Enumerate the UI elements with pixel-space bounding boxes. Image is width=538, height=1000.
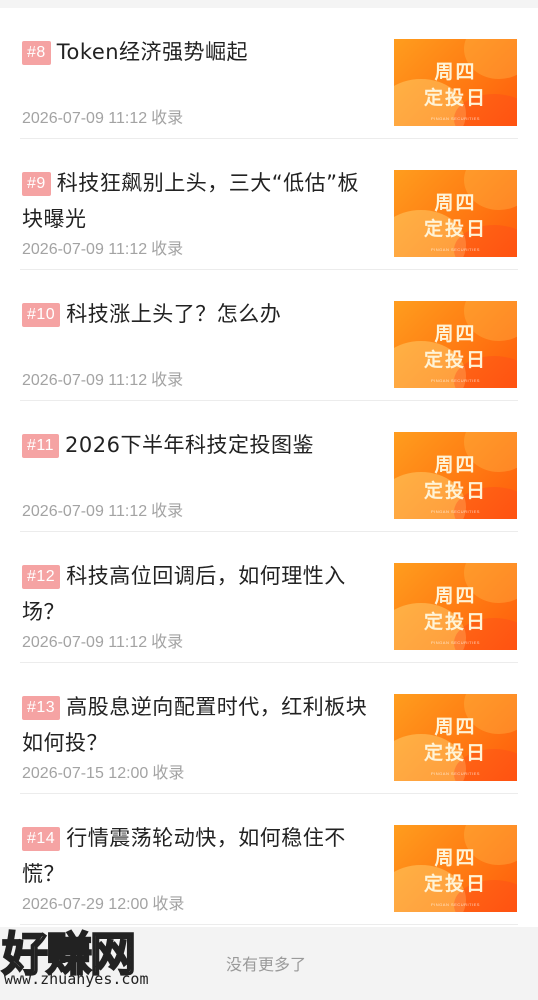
article-thumbnail[interactable]: 周四定投日 PINGAN SECURITIES (394, 301, 517, 388)
thumbnail-brand: PINGAN SECURITIES (431, 771, 480, 776)
article-date: 2026-07-09 11:12 (22, 110, 148, 127)
article-title-text: 科技涨上头了？怎么办 (66, 302, 282, 326)
article-thumbnail[interactable]: 周四定投日 PINGAN SECURITIES (394, 170, 517, 257)
article-title[interactable]: #10 科技涨上头了？怎么办 (22, 296, 374, 332)
article-item[interactable]: #14 行情震荡轮动快，如何稳住不慌？ 2026-07-29 12:00 收录 周四… (20, 794, 518, 925)
article-thumbnail[interactable]: 周四定投日 PINGAN SECURITIES (394, 39, 517, 126)
article-thumbnail[interactable]: 周四定投日 PINGAN SECURITIES (394, 694, 517, 781)
article-thumbnail[interactable]: 周四定投日 PINGAN SECURITIES (394, 825, 517, 912)
thumbnail-brand: PINGAN SECURITIES (431, 116, 480, 121)
thumbnail-line1: 周四 (434, 192, 477, 214)
collect-label: 收录 (152, 765, 185, 782)
article-date: 2026-07-09 11:12 (22, 372, 148, 389)
rank-badge: #11 (22, 434, 60, 458)
article-date: 2026-07-09 11:12 (22, 503, 148, 520)
article-item[interactable]: #11 2026下半年科技定投图鉴 2026-07-09 11:12 收录 周四定投… (20, 401, 518, 532)
thumbnail-line2: 定投日 (423, 873, 487, 895)
article-title-text: Token经济强势崛起 (56, 40, 249, 64)
article-meta: 2026-07-29 12:00 收录 (22, 890, 184, 914)
rank-badge: #8 (22, 41, 51, 65)
thumbnail-brand: PINGAN SECURITIES (431, 378, 480, 383)
article-title-text: 科技高位回调后，如何理性入场？ (22, 564, 346, 624)
rank-badge: #12 (22, 565, 61, 589)
article-item[interactable]: #13 高股息逆向配置时代，红利板块如何投？ 2026-07-15 12:00 收录… (20, 663, 518, 794)
article-title-text: 行情震荡轮动快，如何稳住不慌？ (22, 826, 346, 886)
thumbnail-brand: PINGAN SECURITIES (431, 509, 480, 514)
article-item[interactable]: #9 科技狂飙别上头，三大“低估”板块曝光 2026-07-09 11:12 收录 … (20, 139, 518, 270)
article-meta: 2026-07-09 11:12 收录 (22, 497, 183, 521)
no-more-text: 没有更多了 (226, 955, 307, 974)
thumbnail-line2: 定投日 (423, 611, 487, 633)
article-thumbnail[interactable]: 周四定投日 PINGAN SECURITIES (394, 432, 517, 519)
thumbnail-line1: 周四 (434, 847, 477, 869)
thumbnail-line2: 定投日 (423, 480, 487, 502)
thumbnail-line1: 周四 (434, 61, 477, 83)
collect-label: 收录 (151, 372, 184, 389)
thumbnail-line2: 定投日 (423, 218, 487, 240)
collect-label: 收录 (151, 503, 184, 520)
top-divider (0, 0, 538, 8)
thumbnail-line1: 周四 (434, 323, 477, 345)
article-title-text: 高股息逆向配置时代，红利板块如何投？ (22, 695, 368, 755)
article-item[interactable]: #12 科技高位回调后，如何理性入场？ 2026-07-09 11:12 收录 周四… (20, 532, 518, 663)
article-title[interactable]: #14 行情震荡轮动快，如何稳住不慌？ (22, 820, 374, 892)
rank-badge: #14 (22, 827, 61, 851)
article-meta: 2026-07-09 11:12 收录 (22, 235, 183, 259)
article-title[interactable]: #13 高股息逆向配置时代，红利板块如何投？ (22, 689, 374, 761)
article-title[interactable]: #9 科技狂飙别上头，三大“低估”板块曝光 (22, 165, 374, 237)
article-date: 2026-07-09 11:12 (22, 634, 148, 651)
article-date: 2026-07-15 12:00 (22, 765, 149, 782)
article-meta: 2026-07-09 11:12 收录 (22, 628, 183, 652)
thumbnail-line1: 周四 (434, 585, 477, 607)
thumbnail-brand: PINGAN SECURITIES (431, 640, 480, 645)
watermark-logo: 好赚网 www.zhuanyes.com (1, 918, 202, 998)
article-title[interactable]: #12 科技高位回调后，如何理性入场？ (22, 558, 374, 630)
collect-label: 收录 (151, 241, 184, 258)
thumbnail-line2: 定投日 (423, 349, 487, 371)
thumbnail-line1: 周四 (434, 716, 477, 738)
thumbnail-brand: PINGAN SECURITIES (431, 247, 480, 252)
article-meta: 2026-07-09 11:12 收录 (22, 366, 183, 390)
collect-label: 收录 (152, 896, 185, 913)
article-meta: 2026-07-09 11:12 收录 (22, 104, 183, 128)
thumbnail-line2: 定投日 (423, 742, 487, 764)
thumbnail-line1: 周四 (434, 454, 477, 476)
watermark-url: www.zhuanyes.com (4, 970, 149, 988)
collect-label: 收录 (151, 110, 184, 127)
rank-badge: #10 (22, 303, 61, 327)
article-thumbnail[interactable]: 周四定投日 PINGAN SECURITIES (394, 563, 517, 650)
article-item[interactable]: #10 科技涨上头了？怎么办 2026-07-09 11:12 收录 周四定投日 PI… (20, 270, 518, 401)
article-meta: 2026-07-15 12:00 收录 (22, 759, 184, 783)
article-list: #8 Token经济强势崛起 2026-07-09 11:12 收录 周四 定投日 PI… (0, 8, 538, 925)
article-date: 2026-07-29 12:00 (22, 896, 149, 913)
article-item[interactable]: #8 Token经济强势崛起 2026-07-09 11:12 收录 周四定投日 PI… (20, 8, 518, 139)
thumbnail-brand: PINGAN SECURITIES (431, 902, 480, 907)
article-title[interactable]: #11 2026下半年科技定投图鉴 (22, 427, 374, 463)
article-title-text: 2026下半年科技定投图鉴 (65, 433, 314, 457)
thumbnail-line2: 定投日 (423, 87, 487, 109)
article-title[interactable]: #8 Token经济强势崛起 (22, 34, 374, 70)
article-title-text: 科技狂飙别上头，三大“低估”板块曝光 (22, 171, 360, 231)
rank-badge: #13 (22, 696, 61, 720)
rank-badge: #9 (22, 172, 51, 196)
article-date: 2026-07-09 11:12 (22, 241, 148, 258)
collect-label: 收录 (151, 634, 184, 651)
